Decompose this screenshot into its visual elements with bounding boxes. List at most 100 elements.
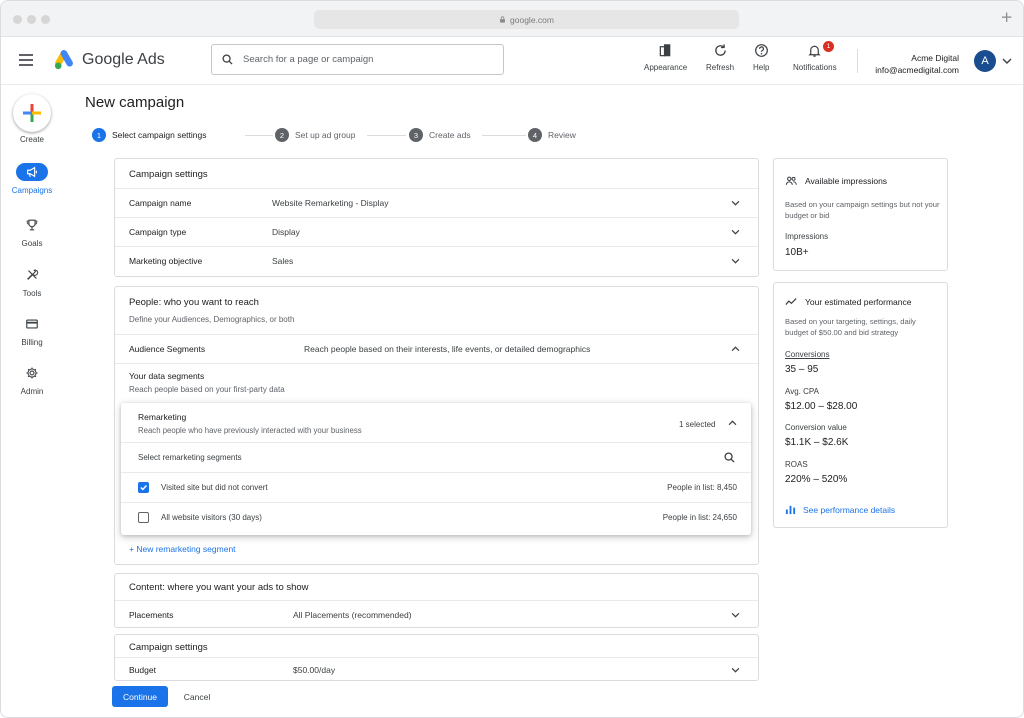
budget-value: $50.00/day: [293, 664, 336, 675]
search-input[interactable]: [243, 54, 483, 65]
card-title: Campaign settings: [129, 642, 208, 653]
performance-details-link[interactable]: See performance details: [785, 504, 895, 515]
window-zoom-dot[interactable]: [41, 15, 50, 24]
marketing-objective-row[interactable]: Marketing objective Sales: [115, 246, 758, 275]
nav-pill-billing: [16, 315, 48, 333]
address-bar[interactable]: google.com: [314, 10, 739, 29]
help-button[interactable]: Help: [753, 43, 769, 72]
step-2[interactable]: 2 Set up ad group: [275, 128, 356, 142]
marketing-objective-value: Sales: [272, 256, 294, 266]
refresh-button[interactable]: Refresh: [706, 43, 734, 72]
avatar[interactable]: A: [974, 50, 996, 72]
card-title: People: who you want to reach: [129, 297, 259, 308]
nav-item-admin[interactable]: Admin: [1, 364, 63, 396]
step-number: 3: [409, 128, 423, 142]
segment-checkbox[interactable]: [138, 482, 149, 493]
nav-pill-campaigns: [16, 163, 48, 181]
budget-row[interactable]: Budget $50.00/day: [115, 657, 758, 681]
row-divider: [115, 363, 758, 364]
page-title: New campaign: [85, 94, 185, 111]
nav-item-campaigns[interactable]: Campaigns: [1, 163, 63, 195]
segment-option-row[interactable]: All website visitors (30 days) People in…: [121, 502, 751, 532]
nav-item-tools[interactable]: Tools: [1, 266, 63, 298]
segment-people-count: People in list: 24,650: [662, 513, 737, 522]
nav-pill-tools: [16, 266, 48, 284]
data-segments-title: Your data segments: [129, 371, 205, 381]
nav-pill-admin: [16, 364, 48, 382]
notifications-label: Notifications: [793, 63, 837, 72]
step-4[interactable]: 4 Review: [528, 128, 576, 142]
campaign-type-value: Display: [272, 227, 300, 237]
bell-icon: [808, 45, 821, 57]
nav-label-billing: Billing: [21, 338, 43, 347]
account-info[interactable]: Acme Digital info@acmedigital.com: [875, 52, 959, 76]
address-url: google.com: [510, 14, 554, 25]
conversions-label[interactable]: Conversions: [785, 350, 829, 359]
chevron-up-icon[interactable]: [728, 420, 737, 426]
campaign-type-row[interactable]: Campaign type Display: [115, 217, 758, 246]
google-ads-logo-icon: [54, 49, 73, 70]
new-tab-button[interactable]: +: [1000, 10, 1013, 25]
segment-checkbox[interactable]: [138, 512, 149, 523]
create-label: Create: [19, 135, 44, 144]
panel-header: Your estimated performance: [785, 296, 911, 308]
step-connector: [482, 135, 526, 136]
nav-pill-goals: [16, 216, 48, 234]
new-remarketing-segment-link[interactable]: + New remarketing segment: [129, 544, 236, 554]
check-icon: [139, 484, 147, 491]
segment-option-row[interactable]: Visited site but did not convert People …: [121, 472, 751, 502]
create-button[interactable]: [13, 94, 51, 132]
side-nav: Create Campaigns Goals Tools Billing Adm…: [1, 86, 63, 717]
nav-item-goals[interactable]: Goals: [1, 216, 63, 248]
header-divider: [857, 49, 858, 73]
continue-button[interactable]: Continue: [112, 686, 168, 707]
placements-value: All Placements (recommended): [293, 610, 412, 620]
menu-icon[interactable]: [19, 54, 33, 66]
chevron-down-icon[interactable]: [731, 667, 740, 673]
step-number: 1: [92, 128, 106, 142]
chevron-up-icon[interactable]: [731, 346, 740, 352]
account-email: info@acmedigital.com: [875, 65, 959, 75]
chevron-down-icon[interactable]: [731, 229, 740, 235]
campaign-settings-card: Campaign settings Campaign name Website …: [114, 158, 759, 277]
segment-search-row[interactable]: Select remarketing segments: [121, 442, 751, 472]
step-connector: [367, 135, 406, 136]
placements-row[interactable]: Placements All Placements (recommended): [115, 600, 758, 629]
campaign-name-value: Website Remarketing - Display: [272, 198, 389, 208]
chevron-down-icon[interactable]: [731, 612, 740, 618]
window-minimize-dot[interactable]: [27, 15, 36, 24]
credit-card-icon: [26, 319, 38, 329]
step-3[interactable]: 3 Create ads: [409, 128, 471, 142]
row-label: Campaign type: [129, 227, 187, 237]
step-label: Set up ad group: [295, 130, 356, 140]
search-icon[interactable]: [724, 452, 735, 463]
help-label: Help: [753, 63, 770, 72]
browser-chrome: google.com +: [1, 1, 1023, 37]
chevron-down-icon[interactable]: [731, 258, 740, 264]
cancel-button[interactable]: Cancel: [175, 686, 219, 707]
nav-item-billing[interactable]: Billing: [1, 315, 63, 347]
notifications-button[interactable]: Notifications 1: [793, 41, 837, 72]
chevron-down-icon[interactable]: [1002, 57, 1012, 65]
notification-badge: 1: [823, 41, 834, 52]
card-title: Content: where you want your ads to show: [129, 582, 309, 593]
brand-name: Google Ads: [82, 51, 165, 68]
remarketing-dropdown: Remarketing Reach people who have previo…: [121, 403, 751, 535]
card-title: Campaign settings: [129, 169, 208, 180]
audience-segments-row[interactable]: Audience Segments Reach people based on …: [115, 334, 758, 363]
segment-option-label: All website visitors (30 days): [161, 513, 262, 522]
step-number: 2: [275, 128, 289, 142]
avg-cpa-value: $12.00 – $28.00: [785, 401, 858, 412]
chevron-down-icon[interactable]: [731, 200, 740, 206]
impressions-value: 10B+: [785, 247, 809, 258]
window-close-dot[interactable]: [13, 15, 22, 24]
step-1[interactable]: 1 Select campaign settings: [92, 128, 207, 142]
row-label: Placements: [129, 610, 174, 620]
gear-icon: [26, 367, 38, 379]
search-box[interactable]: [211, 44, 504, 75]
appearance-button[interactable]: Appearance: [644, 43, 687, 72]
campaign-name-row[interactable]: Campaign name Website Remarketing - Disp…: [115, 188, 758, 217]
tools-icon: [27, 269, 39, 280]
bar-chart-icon: [785, 505, 796, 515]
step-connector: [245, 135, 273, 136]
